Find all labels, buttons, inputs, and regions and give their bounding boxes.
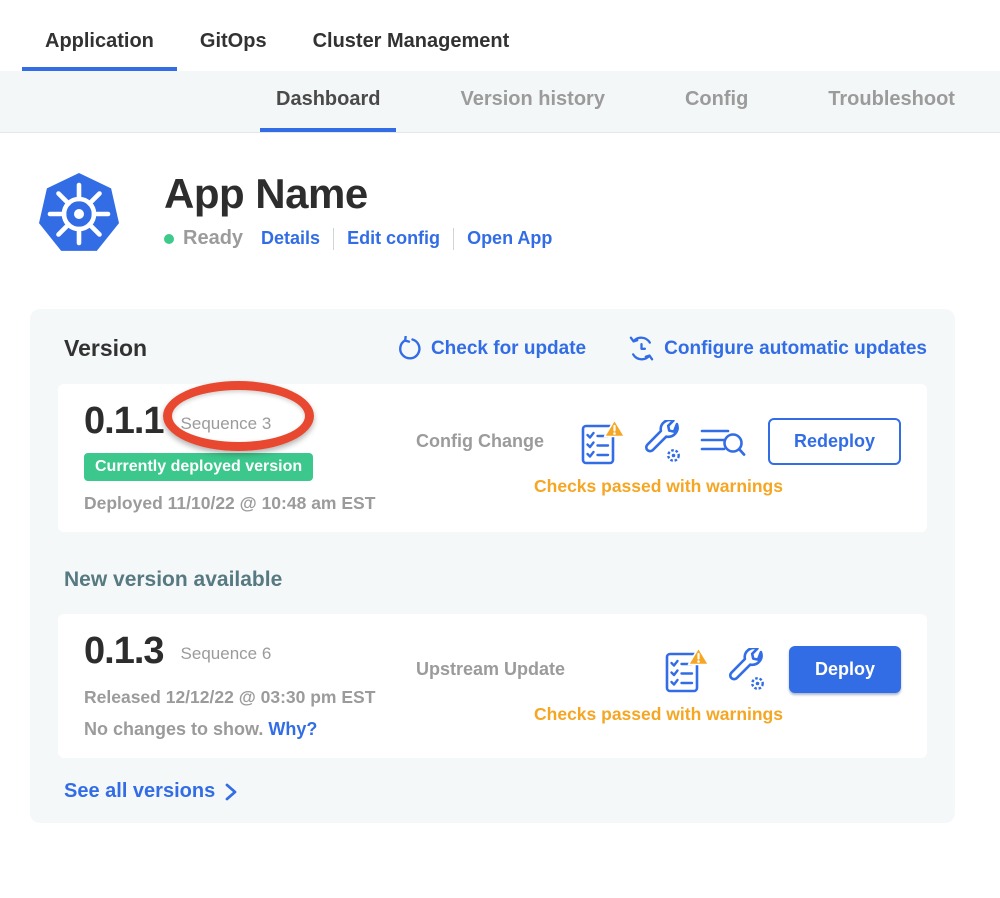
released-timestamp: Released 12/12/22 @ 03:30 pm EST <box>84 687 416 708</box>
configure-automatic-updates-link[interactable]: Configure automatic updates <box>628 335 927 362</box>
current-version-number: 0.1.1 <box>84 400 164 443</box>
preflight-checklist-warning-icon[interactable] <box>664 646 710 694</box>
details-link[interactable]: Details <box>261 228 320 249</box>
check-for-update-label: Check for update <box>431 338 586 360</box>
current-version-actions: Config Change <box>416 400 901 514</box>
nav-tab-application[interactable]: Application <box>22 18 177 71</box>
version-source-label: Config Change <box>416 431 544 452</box>
nav-tab-cluster-management[interactable]: Cluster Management <box>290 18 533 71</box>
primary-nav: Application GitOps Cluster Management <box>0 0 1000 71</box>
check-for-update-link[interactable]: Check for update <box>396 336 586 362</box>
page-title: App Name <box>164 171 552 216</box>
tab-version-history[interactable]: Version history <box>444 71 621 132</box>
wrench-gear-icon[interactable] <box>643 420 683 464</box>
no-changes-row: No changes to show. Why? <box>84 719 416 740</box>
why-link[interactable]: Why? <box>268 719 317 739</box>
version-check-icons <box>580 418 746 466</box>
current-version-info: 0.1.1 Sequence 3 Currently deployed vers… <box>84 400 416 514</box>
available-version-sequence: Sequence 6 <box>181 640 272 664</box>
current-version-card: 0.1.1 Sequence 3 Currently deployed vers… <box>58 384 927 532</box>
version-check-icons <box>664 646 767 694</box>
status-label: Ready <box>183 227 243 250</box>
available-version-number: 0.1.3 <box>84 630 164 673</box>
ready-status-dot-icon <box>164 234 174 244</box>
see-all-versions-link[interactable]: See all versions <box>64 780 927 803</box>
auto-update-clock-icon <box>628 335 655 362</box>
app-header: App Name Ready Details Edit config Open … <box>0 133 1000 257</box>
available-version-card: 0.1.3 Sequence 6 Released 12/12/22 @ 03:… <box>58 614 927 758</box>
app-header-text: App Name Ready Details Edit config Open … <box>164 171 552 250</box>
view-files-search-icon[interactable] <box>700 424 746 460</box>
tab-dashboard[interactable]: Dashboard <box>260 71 396 132</box>
deployed-timestamp: Deployed 11/10/22 @ 10:48 am EST <box>84 493 416 514</box>
edit-config-link[interactable]: Edit config <box>347 228 440 249</box>
current-version-sequence: Sequence 3 <box>181 410 272 434</box>
deploy-button[interactable]: Deploy <box>789 646 901 693</box>
version-panel-title: Version <box>64 335 396 362</box>
see-all-versions-label: See all versions <box>64 780 215 803</box>
divider <box>453 228 454 250</box>
available-version-info: 0.1.3 Sequence 6 Released 12/12/22 @ 03:… <box>84 630 416 740</box>
tab-troubleshoot[interactable]: Troubleshoot <box>812 71 971 132</box>
currently-deployed-badge: Currently deployed version <box>84 453 313 481</box>
kubernetes-logo <box>36 171 122 257</box>
checks-status-current: Checks passed with warnings <box>416 476 901 497</box>
redeploy-button[interactable]: Redeploy <box>768 418 901 465</box>
configure-automatic-updates-label: Configure automatic updates <box>664 338 927 360</box>
tab-config[interactable]: Config <box>669 71 764 132</box>
app-sub-nav: Dashboard Version history Config Trouble… <box>0 71 1000 133</box>
version-panel: Version Check for update Confi <box>30 309 955 823</box>
no-changes-label: No changes to show. <box>84 719 263 739</box>
chevron-right-icon <box>224 782 238 802</box>
app-status-row: Ready Details Edit config Open App <box>164 227 552 250</box>
refresh-icon <box>396 336 422 362</box>
checks-status-available: Checks passed with warnings <box>416 704 901 725</box>
version-panel-header: Version Check for update Confi <box>58 335 927 362</box>
divider <box>333 228 334 250</box>
preflight-checklist-warning-icon[interactable] <box>580 418 626 466</box>
nav-tab-gitops[interactable]: GitOps <box>177 18 290 71</box>
available-version-actions: Upstream Update <box>416 630 901 740</box>
open-app-link[interactable]: Open App <box>467 228 552 249</box>
new-version-heading: New version available <box>64 568 927 592</box>
wrench-gear-icon[interactable] <box>727 648 767 692</box>
version-source-label: Upstream Update <box>416 659 565 680</box>
